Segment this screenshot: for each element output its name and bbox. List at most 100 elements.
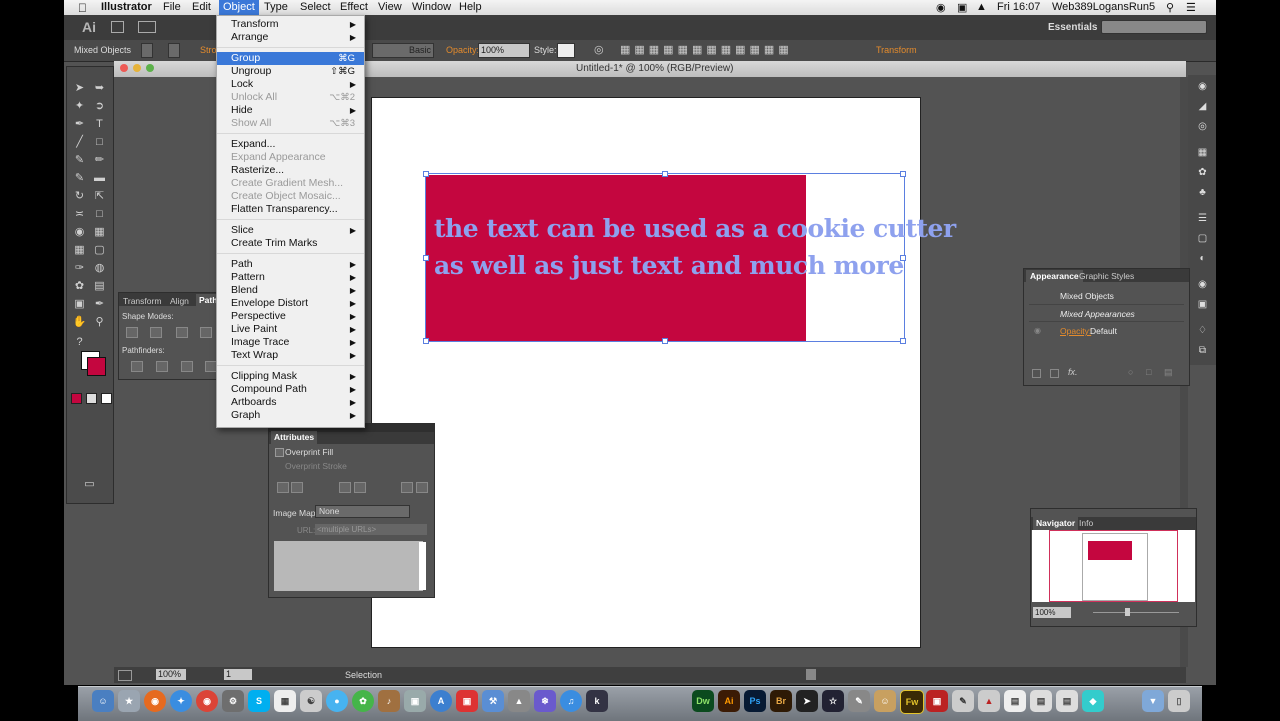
textedit-icon[interactable]: ✎: [952, 690, 974, 712]
art-text-line-1[interactable]: the text can be used as a cookie cutter: [434, 214, 956, 243]
app-store-icon[interactable]: A: [430, 690, 452, 712]
help-icon[interactable]: ?: [71, 335, 88, 350]
menu-item-image-trace[interactable]: Image Trace ▶: [217, 336, 364, 349]
notification-icon[interactable]: ☰: [1186, 1, 1196, 14]
messages-icon[interactable]: ●: [326, 690, 348, 712]
perspective-grid-tool-icon[interactable]: ▦: [91, 225, 108, 240]
handle-top-center[interactable]: [662, 171, 668, 177]
opacity-input[interactable]: 100%: [478, 43, 530, 58]
style-swatch[interactable]: [557, 43, 575, 58]
menu-item-envelope-distort[interactable]: Envelope Distort ▶: [217, 297, 364, 310]
trim-button[interactable]: [156, 361, 168, 372]
menu-window[interactable]: Window: [412, 1, 451, 13]
symbols-icon[interactable]: ♣: [1196, 187, 1209, 198]
tab-align[interactable]: Align: [170, 295, 189, 308]
artboard-nav-icon[interactable]: [118, 670, 132, 681]
photo-booth-icon[interactable]: ▣: [456, 690, 478, 712]
eyedropper-tool-icon[interactable]: ✑: [71, 261, 88, 276]
finder-icon[interactable]: ☺: [92, 690, 114, 712]
eraser-tool-icon[interactable]: ▬: [91, 171, 108, 186]
none-mode-button[interactable]: [101, 393, 112, 404]
stroke-panel-icon[interactable]: ☰: [1196, 213, 1209, 224]
clear-appearance-icon[interactable]: ○: [1128, 367, 1133, 377]
screen-mode-icon[interactable]: ▭: [81, 477, 98, 492]
center-show-button[interactable]: [277, 482, 289, 493]
tab-transform[interactable]: Transform: [123, 295, 161, 308]
minus-front-button[interactable]: [150, 327, 162, 338]
menu-item-arrange[interactable]: Arrange ▶: [217, 31, 364, 44]
rotate-tool-icon[interactable]: ↻: [71, 189, 88, 204]
preview-icon[interactable]: ▣: [404, 690, 426, 712]
menu-item-compound-path[interactable]: Compound Path ▶: [217, 383, 364, 396]
final-cut-icon[interactable]: ➤: [796, 690, 818, 712]
stroke-swatch[interactable]: [168, 43, 180, 58]
intersect-button[interactable]: [176, 327, 188, 338]
art-text-line-2[interactable]: as well as just text and much more: [434, 251, 904, 280]
overprint-fill-checkbox[interactable]: [275, 448, 284, 457]
handle-top-left[interactable]: [423, 171, 429, 177]
url-list-scrollbar[interactable]: [419, 542, 426, 590]
menu-item-artboards[interactable]: Artboards ▶: [217, 396, 364, 409]
appearance-panel-icon[interactable]: ◉: [1196, 279, 1209, 290]
add-stroke-icon[interactable]: [1032, 369, 1041, 378]
unite-button[interactable]: [126, 327, 138, 338]
tab-info[interactable]: Info: [1079, 517, 1093, 530]
spotlight-icon[interactable]: ⚲: [1166, 1, 1174, 14]
blend-tool-icon[interactable]: ◍: [91, 261, 108, 276]
nonzero-winding-button[interactable]: [339, 482, 351, 493]
xcode-icon[interactable]: ⚒: [482, 690, 504, 712]
navigator-zoom-slider[interactable]: [1093, 612, 1179, 613]
line-tool-icon[interactable]: ╱: [71, 135, 88, 150]
blob-brush-tool-icon[interactable]: ✎: [71, 171, 88, 186]
handle-top-right[interactable]: [900, 171, 906, 177]
align-buttons[interactable]: ▦▦▦▦▦▦▦▦▦▦▦▦: [620, 43, 793, 56]
stroke-color-swatch[interactable]: [87, 357, 106, 376]
delete-item-icon[interactable]: ▤: [1164, 367, 1173, 378]
url-list[interactable]: [274, 541, 423, 591]
menu-item-live-paint[interactable]: Live Paint ▶: [217, 323, 364, 336]
apple-icon[interactable]: : [78, 1, 87, 15]
minimize-window-icon[interactable]: [133, 64, 141, 72]
slice-tool-icon[interactable]: ✒: [91, 297, 108, 312]
dreamweaver-icon[interactable]: Dw: [692, 690, 714, 712]
handle-middle-left[interactable]: [423, 255, 429, 261]
current-tool-status[interactable]: Selection: [345, 670, 382, 680]
color-guide-icon[interactable]: ◢: [1196, 101, 1209, 112]
image-map-select[interactable]: None: [315, 505, 410, 518]
merge-button[interactable]: [181, 361, 193, 372]
bridge-dock-icon[interactable]: Br: [770, 690, 792, 712]
menu-item-perspective[interactable]: Perspective ▶: [217, 310, 364, 323]
zoom-input[interactable]: 100%: [156, 669, 186, 680]
visibility-eye-icon[interactable]: ◉: [1034, 326, 1041, 335]
handle-bottom-right[interactable]: [900, 338, 906, 344]
firefox-icon[interactable]: ◉: [144, 690, 166, 712]
menu-item-text-wrap[interactable]: Text Wrap ▶: [217, 349, 364, 362]
transform-label[interactable]: Transform: [876, 45, 917, 55]
bridge-icon[interactable]: [111, 21, 124, 33]
screen-icon[interactable]: ▣: [957, 1, 967, 14]
menu-item-slice[interactable]: Slice ▶: [217, 224, 364, 237]
menu-item-flatten-transparency[interactable]: Flatten Transparency...: [217, 203, 364, 216]
url-select[interactable]: <multiple URLs>: [315, 524, 427, 535]
kindle-icon[interactable]: k: [586, 690, 608, 712]
guitar-icon[interactable]: ♪: [378, 690, 400, 712]
navigator-zoom-input[interactable]: 100%: [1033, 607, 1071, 618]
add-effect-button[interactable]: fx.: [1068, 367, 1078, 377]
menu-app-name[interactable]: Illustrator: [101, 1, 152, 13]
symbol-sprayer-tool-icon[interactable]: ✿: [71, 279, 88, 294]
grapher-icon[interactable]: ▲: [508, 690, 530, 712]
recolor-icon[interactable]: ◎: [594, 43, 604, 56]
menu-file[interactable]: File: [163, 1, 181, 13]
browser-button[interactable]: [416, 482, 428, 493]
sketchup-icon[interactable]: ◆: [1082, 690, 1104, 712]
pencil-tool-icon[interactable]: ✏: [91, 153, 108, 168]
color-mode-button[interactable]: [71, 393, 82, 404]
tab-navigator[interactable]: Navigator: [1033, 517, 1079, 530]
hand-tool-icon[interactable]: ✋: [71, 315, 88, 330]
creative-cloud-icon[interactable]: ◉: [936, 1, 946, 14]
handle-bottom-left[interactable]: [423, 338, 429, 344]
document-stack-icon-2[interactable]: ▤: [1056, 690, 1078, 712]
artboards-panel-icon[interactable]: ⧉: [1196, 345, 1209, 356]
illustrator-dock-icon[interactable]: Ai: [718, 690, 740, 712]
horizontal-scroll-thumb[interactable]: [806, 669, 816, 680]
